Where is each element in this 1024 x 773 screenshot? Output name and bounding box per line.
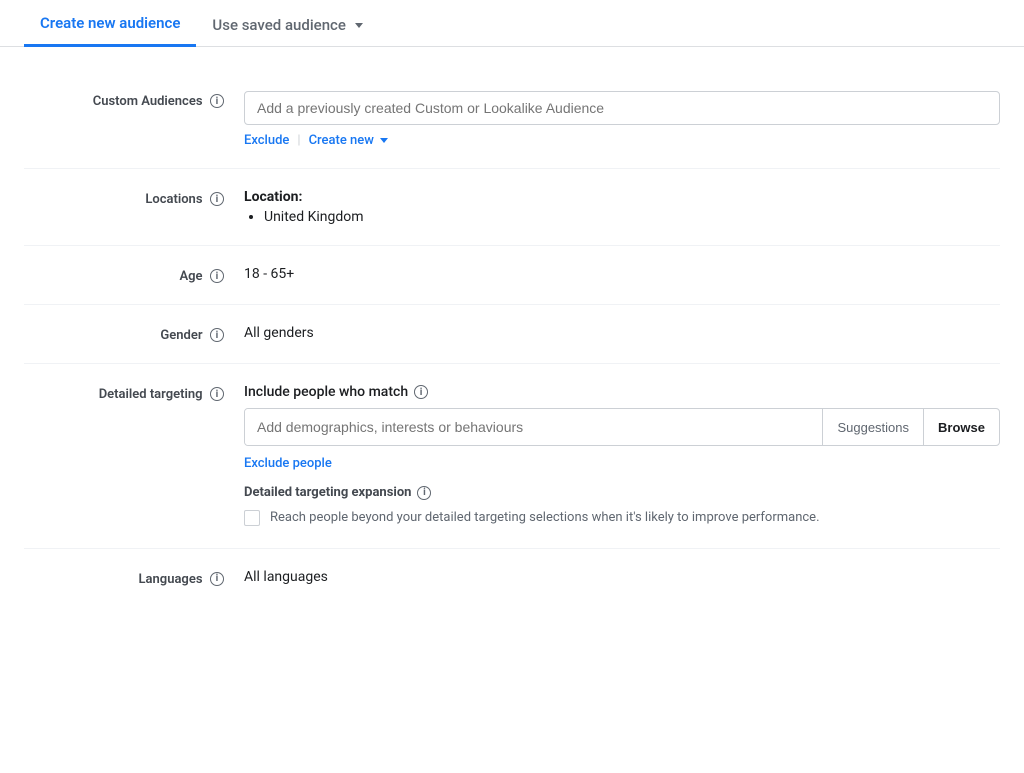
gender-label-col: Gender i [24,325,244,343]
age-value: 18 - 65+ [244,264,294,282]
age-value-col: 18 - 65+ [244,266,1000,282]
include-label-text: Include people who match [244,384,408,400]
custom-audiences-row: Custom Audiences i Exclude | Create new [24,71,1000,169]
location-item: United Kingdom [264,209,1000,225]
detailed-targeting-info-icon[interactable]: i [210,387,224,401]
saved-audience-chevron-icon [355,23,363,28]
tab-create-new[interactable]: Create new audience [24,0,196,47]
custom-audiences-input[interactable] [244,91,1000,125]
expansion-checkbox[interactable] [244,510,260,526]
age-info-icon[interactable]: i [210,269,224,283]
gender-info-icon[interactable]: i [210,328,224,342]
page-container: Create new audience Use saved audience C… [0,0,1024,631]
targeting-input[interactable] [245,409,822,445]
expansion-title: Detailed targeting expansion i [244,485,1000,500]
custom-audiences-info-icon[interactable]: i [210,94,224,108]
languages-info-icon[interactable]: i [210,572,224,586]
detailed-targeting-row: Detailed targeting i Include people who … [24,364,1000,549]
links-divider: | [297,133,300,148]
locations-info-icon[interactable]: i [210,192,224,206]
age-label-col: Age i [24,266,244,284]
exclude-link[interactable]: Exclude [244,133,289,148]
suggestions-button[interactable]: Suggestions [823,409,923,445]
languages-label-col: Languages i [24,569,244,587]
detailed-targeting-label-col: Detailed targeting i [24,384,244,402]
location-heading: Location: [244,189,1000,205]
create-new-link[interactable]: Create new [309,133,388,148]
locations-label-col: Locations i [24,189,244,207]
locations-row: Locations i Location: United Kingdom [24,169,1000,246]
gender-row: Gender i All genders [24,305,1000,364]
create-new-chevron-icon [380,138,388,143]
tab-saved-audience[interactable]: Use saved audience [196,2,379,46]
age-row: Age i 18 - 65+ [24,246,1000,305]
expansion-info-icon[interactable]: i [417,486,431,500]
custom-audiences-label: Custom Audiences [93,94,203,109]
saved-audience-label: Use saved audience [212,16,346,34]
locations-value-col: Location: United Kingdom [244,189,1000,225]
gender-value-col: All genders [244,325,1000,341]
include-info-icon[interactable]: i [414,385,428,399]
location-list: United Kingdom [264,209,1000,225]
exclude-people-link[interactable]: Exclude people [244,456,332,471]
languages-value-col: All languages [244,569,1000,585]
expansion-section: Detailed targeting expansion i Reach peo… [244,485,1000,528]
form-content: Custom Audiences i Exclude | Create new … [0,47,1024,631]
expansion-checkbox-row: Reach people beyond your detailed target… [244,508,1000,528]
include-label: Include people who match i [244,384,1000,400]
custom-audiences-label-col: Custom Audiences i [24,91,244,109]
targeting-input-wrapper: Suggestions Browse [244,408,1000,446]
tabs-bar: Create new audience Use saved audience [0,0,1024,47]
gender-value: All genders [244,323,314,341]
age-label: Age [179,269,202,284]
locations-label: Locations [145,192,202,207]
languages-value: All languages [244,567,328,585]
audience-links: Exclude | Create new [244,133,1000,148]
detailed-targeting-value-col: Include people who match i Suggestions B… [244,384,1000,528]
browse-button[interactable]: Browse [923,409,999,445]
custom-audiences-value-col: Exclude | Create new [244,91,1000,148]
languages-label: Languages [139,572,203,587]
expansion-description: Reach people beyond your detailed target… [270,508,820,528]
languages-row: Languages i All languages [24,549,1000,607]
detailed-targeting-label: Detailed targeting [99,387,203,402]
create-new-label: Create new [309,133,374,148]
expansion-title-text: Detailed targeting expansion [244,485,411,500]
gender-label: Gender [160,328,202,343]
